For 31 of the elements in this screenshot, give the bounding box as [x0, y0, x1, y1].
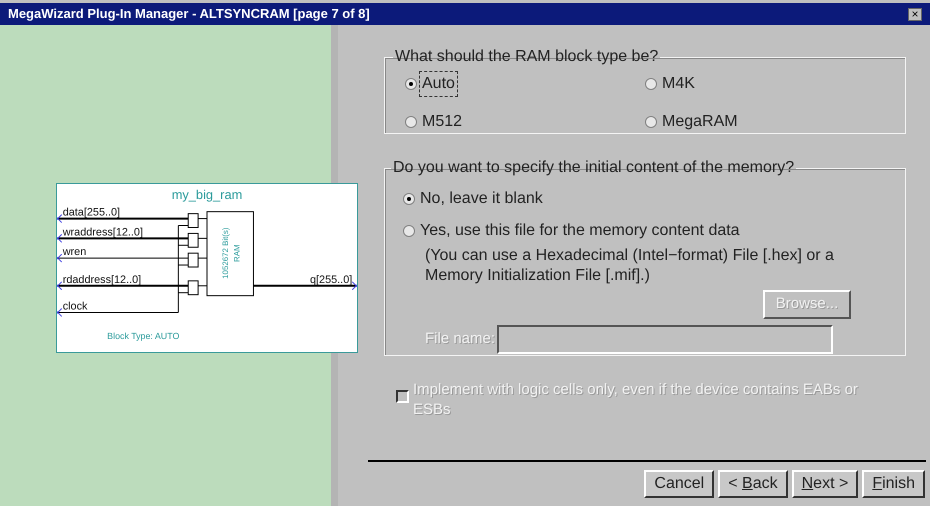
file-format-note: (You can use a Hexadecimal (Intel−format) File [.hex] or a Memory Initialization File [.mif].) [425, 246, 835, 286]
port-label: data[255..0] [62, 206, 120, 219]
radio-button[interactable] [645, 78, 657, 90]
wizard-button[interactable]: < Back [718, 470, 788, 498]
radio-button[interactable] [405, 78, 417, 90]
radio-label: No, leave it blank [419, 189, 544, 209]
output-label: q[255..0] [310, 274, 352, 286]
port-label: rdaddress[12..0] [62, 274, 142, 286]
close-button[interactable]: × [908, 8, 922, 20]
group-legend: Do you want to specify the initial content of the memory? [391, 156, 796, 180]
port-label: clock [62, 300, 88, 312]
radio-label: Auto [419, 71, 458, 97]
group-legend: What should the RAM block type be? [393, 45, 660, 69]
radio-button[interactable] [403, 193, 415, 205]
window-title: MegaWizard Plug-In Manager - ALTSYNCRAM [page 7 of 8] [8, 5, 370, 24]
radio-label: MegaRAM [661, 112, 739, 132]
block-type-label: Block Type: AUTO [107, 331, 180, 342]
wizard-button[interactable]: Next > [792, 470, 858, 498]
ram-size-label: 1052672 Bit(s) [220, 228, 230, 279]
radio-label: M512 [421, 112, 464, 132]
radio-button[interactable] [403, 225, 415, 237]
port-label: wren [62, 246, 86, 258]
diagram-title: my_big_ram [172, 186, 242, 202]
radio-button[interactable] [645, 116, 657, 128]
port-label: wraddress[12..0] [62, 226, 143, 238]
radio-button[interactable] [405, 116, 417, 128]
wizard-button[interactable]: Finish [862, 470, 925, 498]
wizard-button[interactable]: Cancel [644, 470, 714, 498]
radio-label: Yes, use this file for the memory content data [419, 221, 741, 241]
radio-label: M4K [661, 74, 696, 94]
ram-type-label: RAM [232, 244, 242, 262]
